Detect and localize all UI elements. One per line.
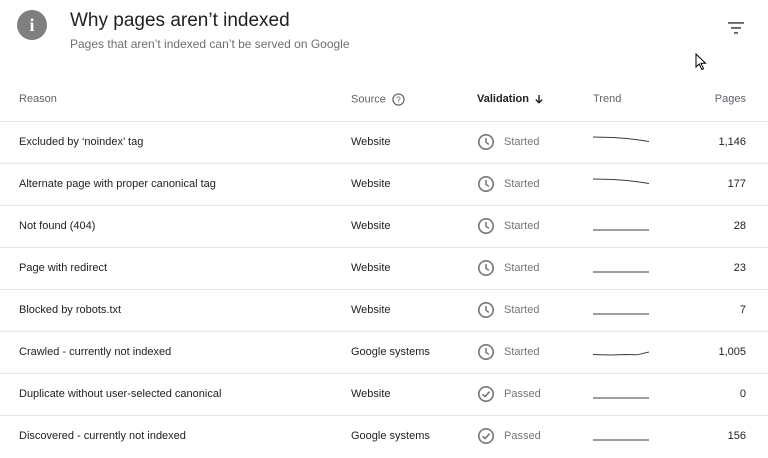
filter-icon[interactable] xyxy=(726,21,746,35)
validation-status: Passed xyxy=(477,427,593,445)
table-row[interactable]: Page with redirect Website Started 23 xyxy=(0,247,768,289)
clock-icon xyxy=(478,218,494,234)
info-icon: i xyxy=(17,10,47,40)
table-row[interactable]: Excluded by ‘noindex’ tag Website Started 1… xyxy=(0,121,768,163)
table-header-row: Reason Source? Validation Trend Pages xyxy=(0,78,768,121)
validation-cell: Started xyxy=(477,331,593,373)
column-header-trend[interactable]: Trend xyxy=(593,78,679,121)
table-row[interactable]: Blocked by robots.txt Website Started 7 xyxy=(0,289,768,331)
validation-status: Started xyxy=(477,217,593,235)
source-cell: Google systems xyxy=(351,430,430,443)
trend-sparkline xyxy=(593,313,649,315)
trend-cell xyxy=(593,415,679,457)
reason-cell: Crawled - currently not indexed xyxy=(19,346,172,358)
clock-icon xyxy=(478,176,494,192)
table-body: Excluded by ‘noindex’ tag Website Started 1… xyxy=(0,121,768,457)
validation-status: Started xyxy=(477,301,593,319)
trend-sparkline xyxy=(593,229,649,231)
clock-icon xyxy=(478,260,494,276)
trend-cell xyxy=(593,331,679,373)
card-header: i Why pages aren’t indexed Pages that ar… xyxy=(0,0,768,71)
validation-cell: Started xyxy=(477,205,593,247)
reason-cell: Alternate page with proper canonical tag xyxy=(19,178,216,190)
validation-status: Started xyxy=(477,175,593,193)
trend-sparkline xyxy=(593,271,649,273)
column-header-validation[interactable]: Validation xyxy=(477,78,593,121)
trend-cell xyxy=(593,205,679,247)
reasons-table: Reason Source? Validation Trend Pages Ex… xyxy=(0,78,768,457)
column-header-reason[interactable]: Reason xyxy=(0,78,351,121)
pages-cell: 1,146 xyxy=(718,136,746,148)
clock-icon xyxy=(478,134,494,150)
validation-cell: Started xyxy=(477,247,593,289)
validation-cell: Started xyxy=(477,289,593,331)
validation-text: Passed xyxy=(504,388,541,400)
trend-cell xyxy=(593,373,679,415)
table-row[interactable]: Discovered - currently not indexed Google… xyxy=(0,415,768,457)
check-circle-icon xyxy=(478,386,494,402)
validation-status: Passed xyxy=(477,385,593,403)
trend-sparkline xyxy=(593,439,649,441)
table-row[interactable]: Crawled - currently not indexed Google sy… xyxy=(0,331,768,373)
source-cell: Website xyxy=(351,220,391,232)
clock-icon xyxy=(478,302,494,318)
validation-text: Passed xyxy=(504,430,541,443)
pages-cell: 7 xyxy=(739,304,746,316)
source-cell: Website xyxy=(351,178,391,190)
table-row[interactable]: Not found (404) Website Started 28 xyxy=(0,205,768,247)
trend-sparkline xyxy=(593,178,649,184)
card-subtitle: Pages that aren’t indexed can’t be serve… xyxy=(70,37,350,51)
validation-cell: Started xyxy=(477,121,593,163)
trend-sparkline xyxy=(593,351,649,356)
reason-cell: Excluded by ‘noindex’ tag xyxy=(19,136,144,148)
validation-status: Started xyxy=(477,259,593,277)
trend-cell xyxy=(593,289,679,331)
validation-status: Started xyxy=(477,343,593,361)
validation-text: Started xyxy=(504,262,540,274)
pages-cell: 28 xyxy=(733,220,746,232)
trend-cell xyxy=(593,163,679,205)
validation-text: Started xyxy=(504,220,540,232)
source-cell: Website xyxy=(351,388,391,400)
clock-icon xyxy=(478,344,494,360)
pages-cell: 23 xyxy=(733,262,746,274)
validation-text: Started xyxy=(504,178,540,190)
check-circle-icon xyxy=(478,428,494,445)
validation-text: Started xyxy=(504,304,540,316)
reason-cell: Blocked by robots.txt xyxy=(19,304,122,316)
mouse-cursor-icon xyxy=(695,53,707,71)
validation-cell: Started xyxy=(477,163,593,205)
trend-cell xyxy=(593,121,679,163)
column-header-pages[interactable]: Pages xyxy=(679,78,768,121)
reason-cell: Page with redirect xyxy=(19,262,108,274)
pages-cell: 1,005 xyxy=(718,346,746,358)
arrow-down-icon xyxy=(535,95,543,105)
trend-sparkline xyxy=(593,136,649,142)
source-cell: Website xyxy=(351,262,391,274)
table-row[interactable]: Alternate page with proper canonical tag… xyxy=(0,163,768,205)
reason-cell: Discovered - currently not indexed xyxy=(19,430,186,443)
trend-cell xyxy=(593,247,679,289)
source-cell: Google systems xyxy=(351,346,430,358)
card-title: Why pages aren’t indexed xyxy=(70,10,290,31)
svg-text:?: ? xyxy=(396,94,401,104)
table-row[interactable]: Duplicate without user-selected canonica… xyxy=(0,373,768,415)
reason-cell: Duplicate without user-selected canonica… xyxy=(19,388,222,400)
validation-text: Started xyxy=(504,346,540,358)
pages-cell: 177 xyxy=(727,178,746,190)
validation-cell: Passed xyxy=(477,373,593,415)
help-icon[interactable]: ? xyxy=(392,93,405,106)
validation-text: Started xyxy=(504,136,540,148)
source-cell: Website xyxy=(351,136,391,148)
reason-cell: Not found (404) xyxy=(19,220,96,232)
trend-sparkline xyxy=(593,397,649,399)
validation-cell: Passed xyxy=(477,415,593,457)
pages-cell: 0 xyxy=(739,388,746,400)
validation-status: Started xyxy=(477,133,593,151)
column-header-source[interactable]: Source? xyxy=(351,78,477,121)
source-cell: Website xyxy=(351,304,391,316)
pages-cell: 156 xyxy=(727,430,746,443)
